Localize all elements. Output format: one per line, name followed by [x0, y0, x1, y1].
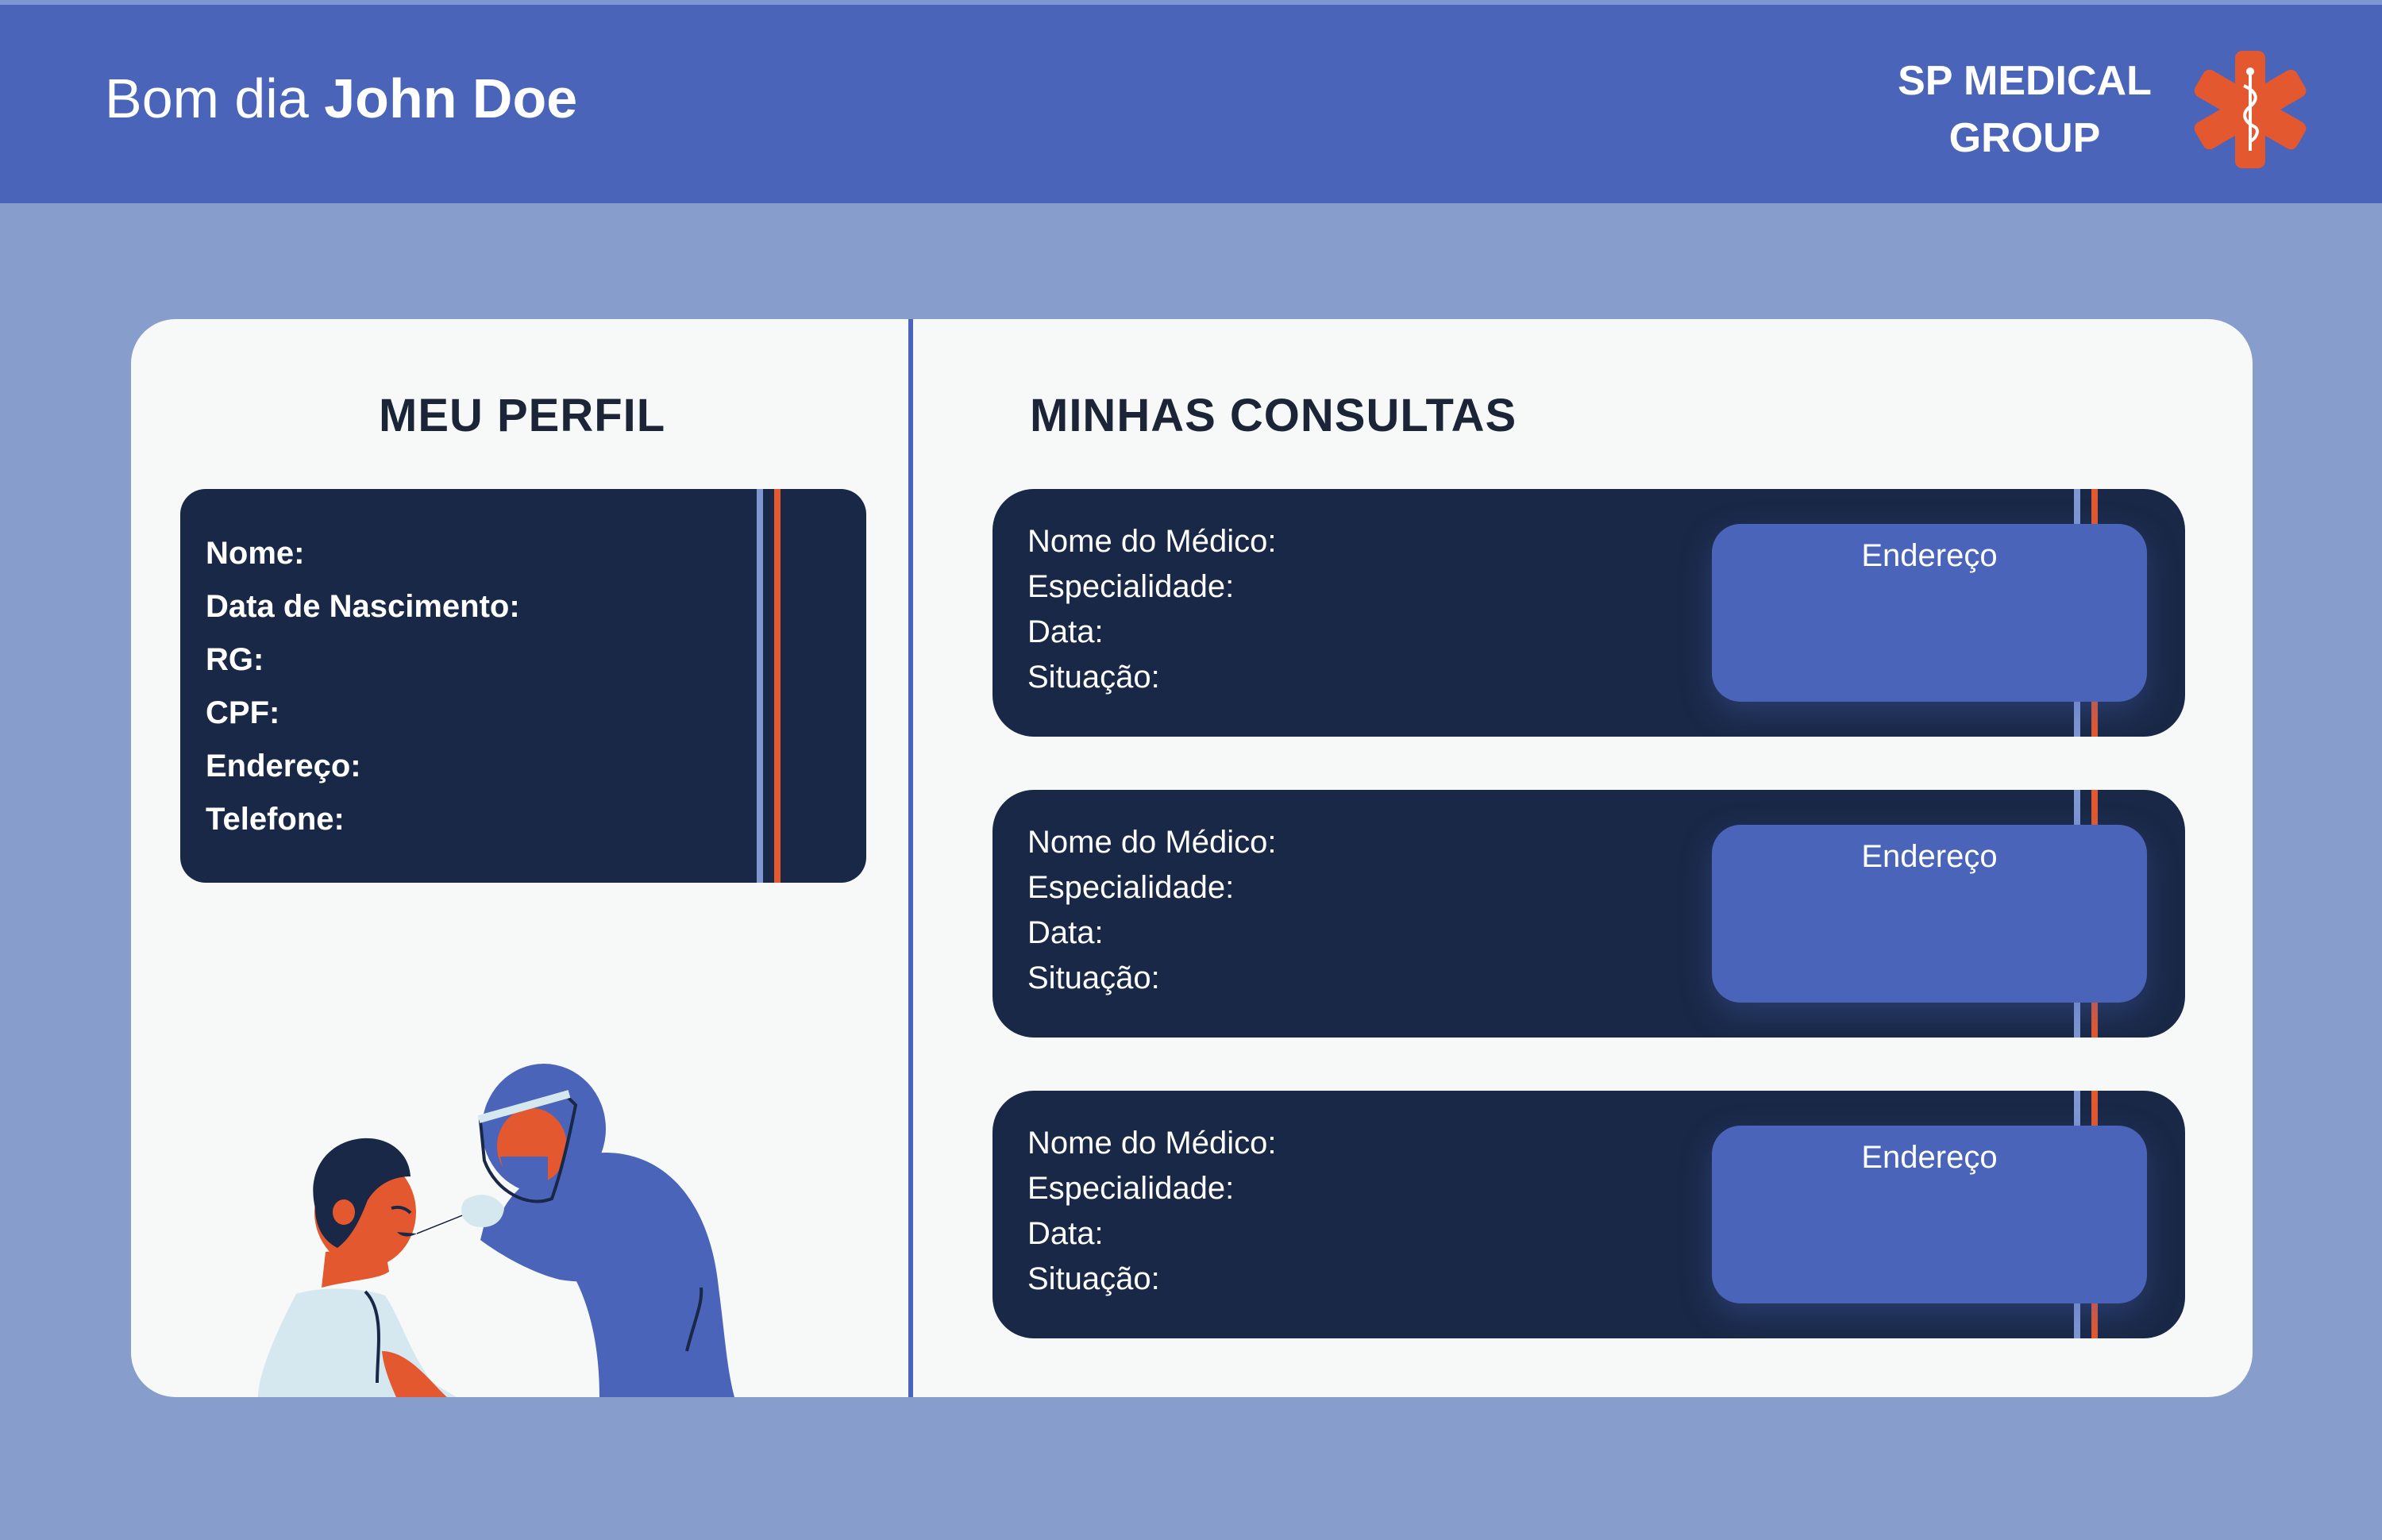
date-label: Data: — [1027, 1216, 1104, 1251]
covid-test-illustration — [258, 1064, 734, 1397]
specialty-label: Especialidade: — [1027, 1171, 1235, 1206]
brand-name: SP MEDICAL GROUP — [1882, 52, 2168, 167]
brand-line-2: GROUP — [1948, 115, 2101, 161]
doctor-label: Nome do Médico: — [1027, 825, 1277, 860]
doctor-label: Nome do Médico: — [1027, 1126, 1277, 1161]
doctor-label: Nome do Médico: — [1027, 524, 1277, 559]
address-button-label: Endereço — [1861, 839, 1998, 874]
consultation-fields: Nome do Médico: Especialidade: Data: Sit… — [1027, 820, 1276, 1001]
star-of-life-icon — [2194, 51, 2307, 168]
consultation-fields: Nome do Médico: Especialidade: Data: Sit… — [1027, 1121, 1276, 1302]
panel-divider — [908, 319, 913, 1397]
top-header: Bom dia John Doe SP MEDICAL GROUP — [0, 0, 2382, 203]
consultations-title: MINHAS CONSULTAS — [1030, 390, 1517, 441]
status-label: Situação: — [1027, 961, 1160, 995]
consultation-fields: Nome do Médico: Especialidade: Data: Sit… — [1027, 519, 1276, 700]
address-button[interactable]: Endereço — [1712, 1126, 2147, 1303]
profile-address-label: Endereço: — [206, 749, 361, 783]
profile-cpf-label: CPF: — [206, 695, 280, 730]
status-label: Situação: — [1027, 660, 1160, 695]
date-label: Data: — [1027, 614, 1104, 649]
consultation-card: Nome do Médico: Especialidade: Data: Sit… — [992, 489, 2185, 737]
greeting: Bom dia John Doe — [105, 67, 577, 130]
main-panel: MEU PERFIL Nome: Data de Nascimento: RG:… — [131, 319, 2253, 1397]
profile-phone-label: Telefone: — [206, 802, 345, 837]
profile-fields: Nome: Data de Nascimento: RG: CPF: Ender… — [206, 527, 520, 846]
profile-rg-label: RG: — [206, 642, 264, 677]
user-name: John Doe — [324, 67, 578, 129]
status-label: Situação: — [1027, 1261, 1160, 1296]
profile-birth-label: Data de Nascimento: — [206, 589, 520, 624]
card-stripe-orange — [774, 489, 781, 883]
brand-line-1: SP MEDICAL — [1898, 58, 2152, 104]
address-button-label: Endereço — [1861, 1140, 1998, 1175]
address-button[interactable]: Endereço — [1712, 524, 2147, 702]
greeting-text: Bom dia — [105, 67, 309, 129]
profile-card: Nome: Data de Nascimento: RG: CPF: Ender… — [180, 489, 866, 883]
card-stripe-light — [757, 489, 763, 883]
profile-name-label: Nome: — [206, 536, 305, 571]
consultation-card: Nome do Médico: Especialidade: Data: Sit… — [992, 1091, 2185, 1338]
address-button-label: Endereço — [1861, 538, 1998, 573]
profile-title: MEU PERFIL — [379, 390, 666, 441]
specialty-label: Especialidade: — [1027, 569, 1235, 604]
address-button[interactable]: Endereço — [1712, 825, 2147, 1003]
consultation-card: Nome do Médico: Especialidade: Data: Sit… — [992, 790, 2185, 1038]
date-label: Data: — [1027, 915, 1104, 950]
specialty-label: Especialidade: — [1027, 870, 1235, 905]
